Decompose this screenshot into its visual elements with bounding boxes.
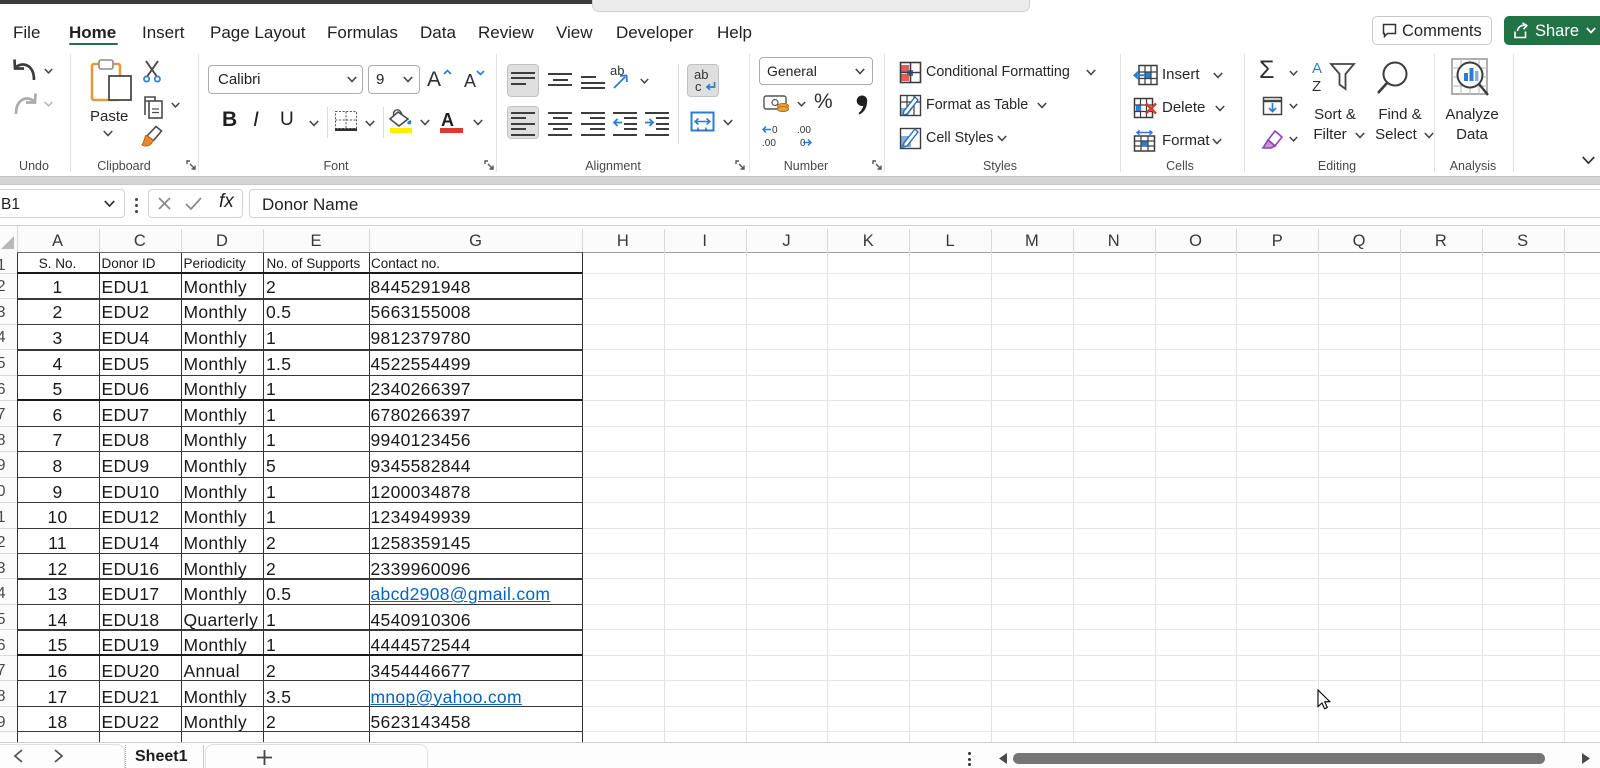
svg-text:0: 0 — [800, 138, 806, 149]
svg-text:Z: Z — [1312, 78, 1321, 95]
svg-text:A: A — [1312, 60, 1322, 77]
svg-text:.00: .00 — [797, 125, 811, 136]
svg-text:0: 0 — [772, 125, 778, 136]
svg-text:.00: .00 — [762, 138, 776, 149]
